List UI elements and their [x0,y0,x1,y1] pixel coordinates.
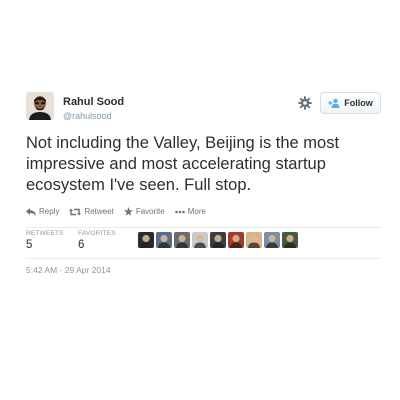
star-icon [123,207,133,216]
embedded-tweet: Rahul Sood @rahulsood Follow Not includi… [0,0,400,400]
avatar-image [26,92,54,120]
retweet-button[interactable]: Retweet [69,207,114,216]
reply-button[interactable]: Reply [26,207,59,216]
favoriters-avatars [138,232,298,248]
tweet-text-line: impressive and most accelerating startup [26,155,326,173]
favoriter-avatar[interactable] [282,232,298,248]
favoriter-avatar[interactable] [156,232,172,248]
favorite-label: Favorite [135,207,165,216]
retweet-label: Retweet [84,207,114,216]
retweets-label: RETWEETS [26,230,64,237]
favorites-label: FAVORITES [78,230,116,237]
tweet-timestamp[interactable]: 5:42 AM - 29 Apr 2014 [26,265,111,275]
favoriter-avatar[interactable] [246,232,262,248]
favoriter-avatar[interactable] [228,232,244,248]
favorite-button[interactable]: Favorite [123,207,165,216]
tweet-text-line: Not including the Valley, Beijing is the… [26,134,340,152]
reply-label: Reply [39,207,60,216]
favoriter-avatar[interactable] [192,232,208,248]
more-dots-icon [174,210,185,213]
retweets-count: 5 [26,239,33,251]
favorites-stat[interactable]: FAVORITES 6 [78,230,116,251]
follow-label: Follow [344,98,373,108]
tweet-text: Not including the Valley, Beijing is the… [26,133,386,196]
more-label: More [187,207,206,216]
tweet-text-line: ecosystem I've seen. Full stop. [26,176,252,194]
user-handle[interactable]: @rahulsood [63,111,112,121]
favorites-count: 6 [78,239,85,251]
favoriter-avatar[interactable] [264,232,280,248]
retweet-icon [69,208,82,215]
avatar[interactable] [26,92,54,120]
more-button[interactable]: More [174,207,206,216]
retweets-stat[interactable]: RETWEETS 5 [26,230,64,251]
favoriter-avatar[interactable] [174,232,190,248]
follow-button[interactable]: Follow [320,92,381,114]
gear-icon[interactable] [297,95,313,111]
add-user-icon [328,98,340,108]
favoriter-avatar[interactable] [210,232,226,248]
favoriter-avatar[interactable] [138,232,154,248]
reply-icon [26,207,36,216]
user-name[interactable]: Rahul Sood [63,96,124,108]
tweet-actions: Reply Retweet Favorite More [26,207,206,216]
